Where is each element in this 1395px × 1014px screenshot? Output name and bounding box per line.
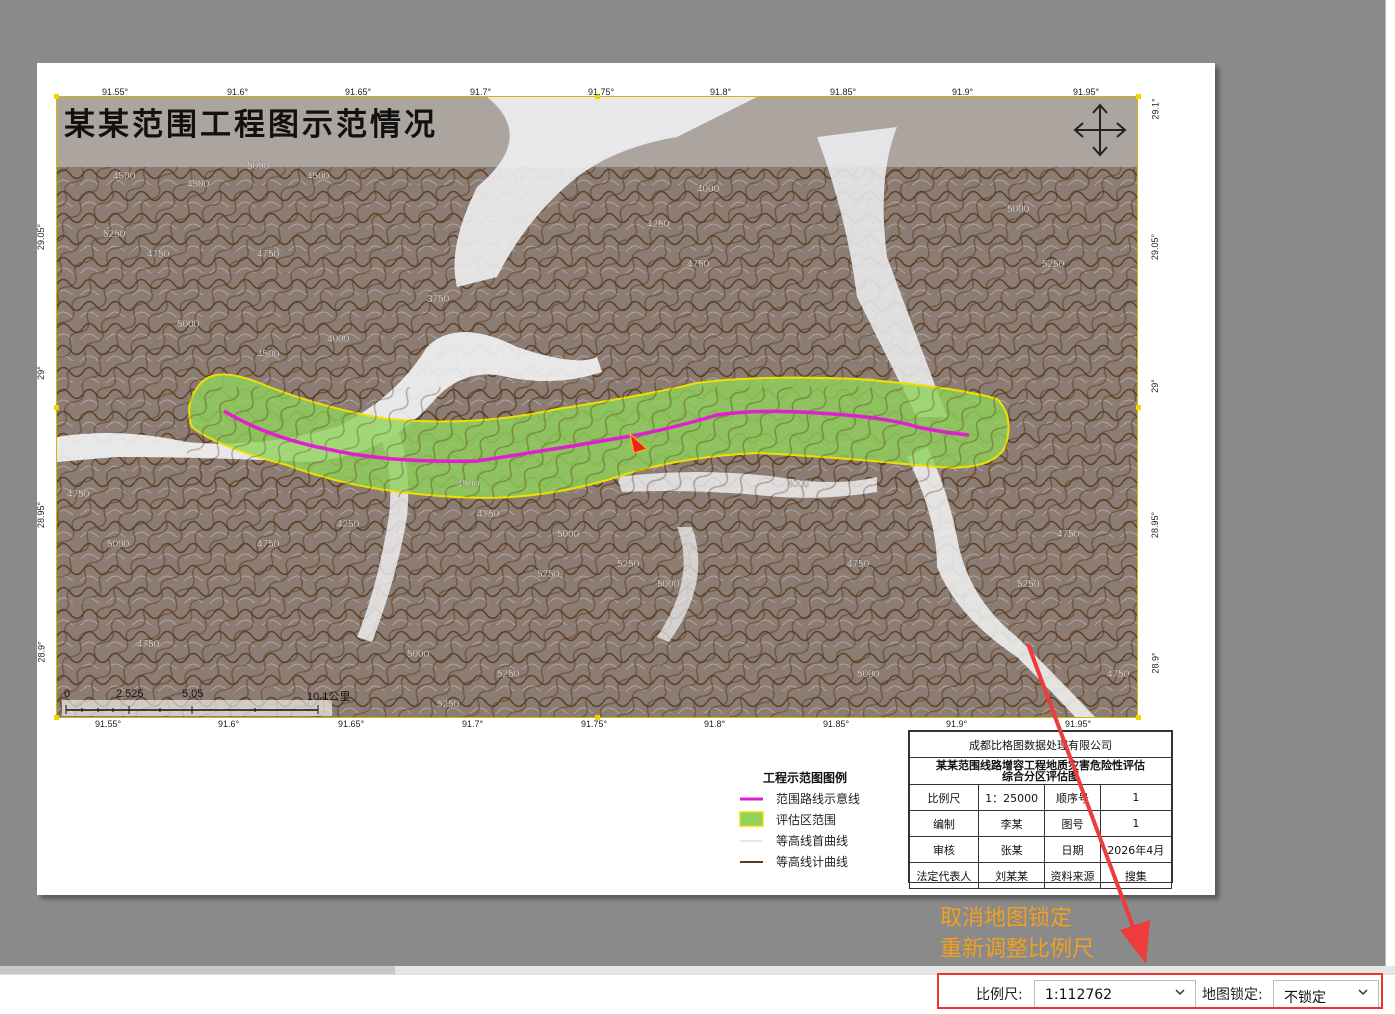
legend-item-intermediate-contour: 等高线首曲线 [739,831,848,849]
lon-label-bottom: 91.9° [946,719,968,729]
annotation-line1: 取消地图锁定 [940,906,1073,931]
lon-label-top: 91.65° [345,87,372,97]
selection-handle[interactable] [54,94,59,99]
lat-label-right: 28.95° [1150,511,1161,539]
lon-label-top: 91.6° [227,87,249,97]
scalebar-tick: 5.05 [182,688,204,700]
lat-label-left: 28.95° [36,501,47,529]
tb-cell: 法定代表人 [909,862,979,889]
scalebar-tick: 2.525 [116,688,144,700]
lat-label-right: 29.05° [1150,233,1161,261]
lat-label-right: 29.1° [1150,98,1161,120]
lon-label-top: 91.95° [1073,87,1100,97]
tb-cell: 比例尺 [909,784,979,811]
svg-text:5250: 5250 [617,559,640,570]
lon-label-bottom: 91.85° [823,719,850,729]
svg-text:4750: 4750 [257,249,280,260]
tb-cell: 编制 [909,810,979,837]
svg-text:4500: 4500 [307,171,330,182]
svg-text:5000: 5000 [657,579,680,590]
svg-text:5250: 5250 [1017,579,1040,590]
svg-text:4500: 4500 [187,179,210,190]
lon-label-top: 91.9° [952,87,974,97]
svg-text:5000: 5000 [1007,204,1030,215]
svg-text:4500: 4500 [257,349,280,360]
lon-label-top: 91.75° [588,87,615,97]
svg-text:3750: 3750 [427,294,450,305]
svg-text:4750: 4750 [687,259,710,270]
zone-swatch [739,811,764,827]
lon-label-bottom: 91.55° [95,719,122,729]
scalebar-tick: 0 [64,688,71,700]
svg-text:5250: 5250 [103,229,126,240]
svg-text:4750: 4750 [847,559,870,570]
lon-label-top: 91.55° [102,87,129,97]
intermediate-contour-swatch [740,840,763,842]
svg-text:5000: 5000 [857,669,880,680]
svg-text:4750: 4750 [1057,529,1080,540]
svg-text:5000: 5000 [407,649,430,660]
annotation-text: 取消地图锁定 重新调整比例尺 [940,903,1094,965]
svg-text:4250: 4250 [647,219,670,230]
svg-text:5250: 5250 [1042,259,1065,270]
lat-label-left: 29° [35,366,46,380]
svg-text:4500: 4500 [113,171,136,182]
legend-label: 等高线首曲线 [776,834,849,848]
tb-cell: 审核 [909,836,979,863]
svg-text:4000: 4000 [697,184,720,195]
lat-label-left: 28.9° [36,641,47,663]
lon-label-bottom: 91.8° [704,719,726,729]
index-contour-swatch [740,861,763,863]
selection-handle[interactable] [54,715,59,720]
svg-text:5000: 5000 [247,161,270,172]
svg-text:4750: 4750 [477,509,500,520]
map-frame[interactable]: 4500 4500 5000 4500 5250 4750 4750 5000 4500 40… [56,96,1138,718]
legend-item-route: 范围路线示意线 [739,789,860,807]
svg-text:4750: 4750 [67,489,90,500]
svg-text:5250: 5250 [497,669,520,680]
lon-label-top: 91.85° [830,87,857,97]
svg-text:4250: 4250 [337,519,360,530]
legend-title: 工程示范图图例 [763,771,848,785]
svg-text:4000: 4000 [787,479,810,490]
svg-text:4500: 4500 [457,479,480,490]
svg-text:4750: 4750 [257,539,280,550]
lon-label-bottom: 91.65° [338,719,365,729]
svg-text:4750: 4750 [137,639,160,650]
map-canvas[interactable]: 4500 4500 5000 4500 5250 4750 4750 5000 4500 40… [57,97,1138,718]
legend-label: 范围路线示意线 [776,792,861,806]
lat-label-right: 29° [1149,379,1160,393]
scalebar [62,700,332,716]
svg-text:5000: 5000 [107,539,130,550]
lon-label-top: 91.8° [710,87,732,97]
svg-text:5000: 5000 [557,529,580,540]
legend-item-zone: 评估区范围 [739,810,836,828]
lon-label-top: 91.7° [470,87,492,97]
svg-text:5250: 5250 [537,569,560,580]
lon-label-bottom: 91.7° [462,719,484,729]
highlight-box [937,973,1383,1009]
legend-item-index-contour: 等高线计曲线 [739,852,848,870]
selection-handle[interactable] [1136,94,1141,99]
lon-label-bottom: 91.75° [581,719,608,729]
map-title: 某某范围工程图示范情况 [64,107,438,143]
route-line-swatch [740,797,763,801]
lat-label-left: 29.05° [36,223,47,251]
annotation-line2: 重新调整比例尺 [940,937,1095,962]
svg-text:5000: 5000 [177,319,200,330]
scrollbar-thumb[interactable] [0,966,395,974]
svg-text:4000: 4000 [327,334,350,345]
svg-text:4750: 4750 [147,249,170,260]
svg-text:5250: 5250 [437,699,460,710]
lon-label-bottom: 91.6° [218,719,240,729]
selection-handle[interactable] [1136,405,1141,410]
vertical-scrollbar[interactable] [1385,0,1395,968]
legend-label: 等高线计曲线 [776,855,849,869]
scalebar-tick: 10.1公里 [307,691,351,703]
legend-label: 评估区范围 [776,813,837,827]
selection-handle[interactable] [54,405,59,410]
move-arrows-icon[interactable] [1073,102,1127,158]
